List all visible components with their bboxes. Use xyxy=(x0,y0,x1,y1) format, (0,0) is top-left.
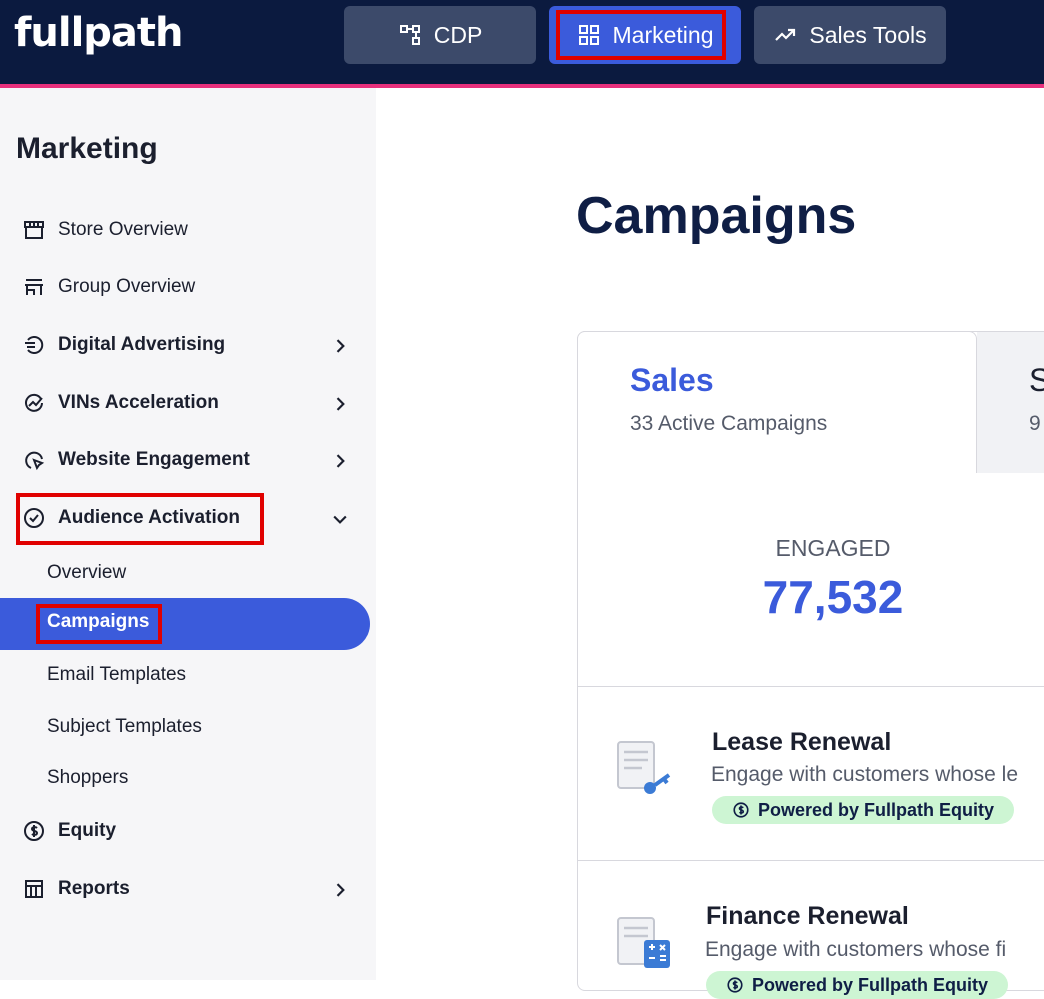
trending-up-icon xyxy=(775,28,796,41)
badge-label: Powered by Fullpath Equity xyxy=(752,974,989,995)
chevron-down-icon[interactable] xyxy=(330,509,350,529)
sidebar-item-reports[interactable]: Reports xyxy=(22,877,130,901)
hierarchy-icon xyxy=(399,25,420,45)
dollar-circle-icon xyxy=(733,802,749,818)
stat-label: ENGAGED xyxy=(775,535,891,561)
tab-title: Sales xyxy=(630,362,714,398)
sidebar-item-label: Digital Advertising xyxy=(58,334,226,355)
sidebar-item-label: VINs Acceleration xyxy=(58,392,219,413)
chevron-right-icon[interactable] xyxy=(330,336,350,356)
check-circle-icon xyxy=(24,508,44,528)
tab-sales[interactable]: Sales 33 Active Campaigns xyxy=(577,331,977,473)
sidebar-item-label: Audience Activation xyxy=(58,507,240,528)
sidebar-item-label: Store Overview xyxy=(58,219,188,240)
divider xyxy=(578,686,1044,687)
sidebar-subitem-subject-templates[interactable]: Subject Templates xyxy=(47,716,202,738)
campaign-description: Engage with customers whose le xyxy=(711,763,1018,786)
storefront-icon xyxy=(24,221,44,239)
campaign-title[interactable]: Finance Renewal xyxy=(706,902,909,931)
sidebar-item-digital-advertising[interactable]: Digital Advertising xyxy=(22,333,225,357)
divider xyxy=(578,860,1044,861)
sidebar: Marketing Store Overview Group Overview … xyxy=(0,88,376,980)
acceleration-icon xyxy=(25,393,43,412)
page-title: Campaigns xyxy=(576,187,857,245)
sidebar-item-equity[interactable]: Equity xyxy=(22,819,116,843)
sidebar-subitem-campaigns[interactable]: Campaigns xyxy=(47,611,149,633)
sidebar-subitem-shoppers[interactable]: Shoppers xyxy=(47,767,128,789)
tab-subtitle: 9 xyxy=(1029,412,1041,435)
dollar-circle-icon xyxy=(727,977,743,993)
tab-service[interactable]: S 9 xyxy=(977,331,1044,473)
sidebar-item-label: Website Engagement xyxy=(58,449,250,470)
nav-button-cdp[interactable]: CDP xyxy=(344,6,536,64)
chevron-right-icon[interactable] xyxy=(330,394,350,414)
tab-title: S xyxy=(1029,362,1044,398)
chevron-right-icon[interactable] xyxy=(330,880,350,900)
sidebar-item-label: Reports xyxy=(58,878,130,899)
nav-button-label: Marketing xyxy=(612,21,714,48)
finance-calculator-icon xyxy=(617,917,670,968)
nav-button-marketing[interactable]: Marketing xyxy=(549,6,741,64)
sidebar-item-store-overview[interactable]: Store Overview xyxy=(22,218,188,242)
sidebar-item-label: Equity xyxy=(58,820,117,841)
sidebar-item-label: Group Overview xyxy=(58,276,196,297)
nav-button-label: CDP xyxy=(433,21,483,48)
sidebar-item-audience-activation[interactable]: Audience Activation xyxy=(22,506,240,530)
campaign-title[interactable]: Lease Renewal xyxy=(712,728,891,757)
nav-button-label: Sales Tools xyxy=(809,21,927,48)
sidebar-item-website-engagement[interactable]: Website Engagement xyxy=(22,448,250,472)
reports-icon xyxy=(25,880,43,898)
digital-ads-icon xyxy=(25,336,44,354)
campaign-description: Engage with customers whose fi xyxy=(705,938,1007,961)
sidebar-title: Marketing xyxy=(16,132,158,165)
badge-label: Powered by Fullpath Equity xyxy=(758,799,995,820)
sidebar-subitem-overview[interactable]: Overview xyxy=(47,562,126,584)
powered-by-badge: Powered by Fullpath Equity xyxy=(712,796,1015,824)
grid-icon xyxy=(578,25,599,45)
top-navigation-bar: fullpath CDP Marketing Sales Tools xyxy=(0,0,1044,84)
nav-button-sales-tools[interactable]: Sales Tools xyxy=(754,6,946,64)
lease-document-icon xyxy=(617,741,671,794)
dollar-circle-icon xyxy=(24,821,44,841)
chevron-right-icon[interactable] xyxy=(330,451,350,471)
tab-subtitle: 33 Active Campaigns xyxy=(630,412,828,435)
stat-value: 77,532 xyxy=(762,571,904,623)
fullpath-logo[interactable]: fullpath xyxy=(14,10,184,56)
powered-by-badge: Powered by Fullpath Equity xyxy=(706,971,1009,999)
sidebar-item-vins-acceleration[interactable]: VINs Acceleration xyxy=(22,391,219,415)
sidebar-item-group-overview[interactable]: Group Overview xyxy=(22,275,195,299)
store-group-icon xyxy=(25,279,43,295)
sidebar-subitem-email-templates[interactable]: Email Templates xyxy=(47,664,186,686)
cursor-click-icon xyxy=(25,451,45,471)
